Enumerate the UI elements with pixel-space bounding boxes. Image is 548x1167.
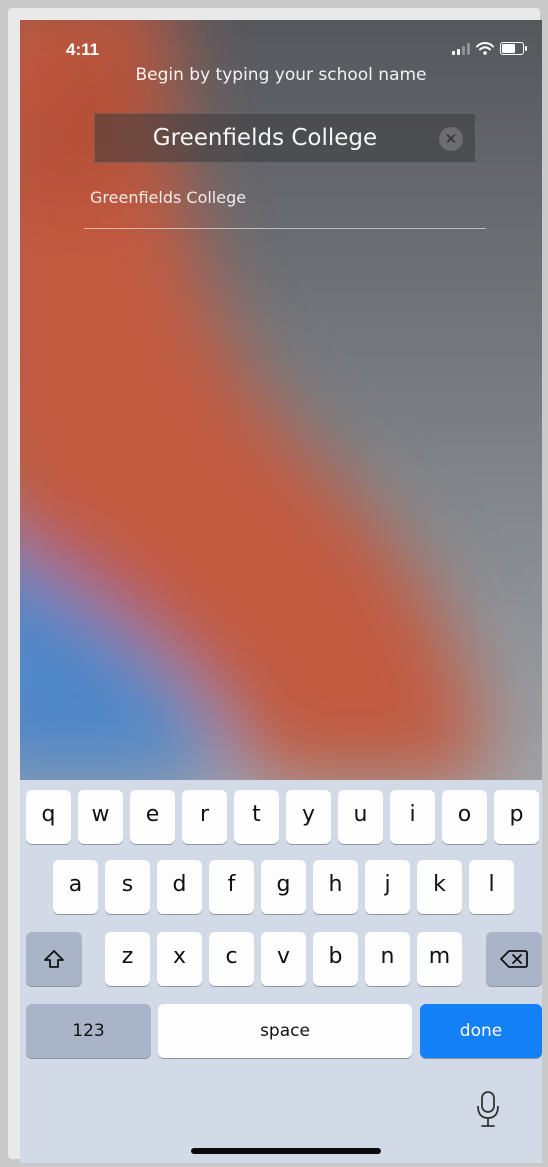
battery-icon <box>500 42 527 55</box>
key-g[interactable]: g <box>261 860 306 914</box>
key-d[interactable]: d <box>157 860 202 914</box>
search-result-label: Greenfields College <box>90 188 247 207</box>
key-w[interactable]: w <box>78 790 123 844</box>
key-e[interactable]: e <box>130 790 175 844</box>
key-x[interactable]: x <box>157 932 202 986</box>
key-v[interactable]: v <box>261 932 306 986</box>
search-prompt: Begin by typing your school name <box>135 65 427 85</box>
key-s[interactable]: s <box>105 860 150 914</box>
key-u[interactable]: u <box>338 790 383 844</box>
key-l[interactable]: l <box>469 860 514 914</box>
shift-arrow-icon <box>44 950 64 968</box>
home-indicator[interactable] <box>191 1148 381 1154</box>
space-key[interactable]: space <box>158 1004 412 1058</box>
key-t[interactable]: t <box>234 790 279 844</box>
cellular-signal-icon <box>452 42 470 55</box>
key-n[interactable]: n <box>365 932 410 986</box>
school-search-input[interactable] <box>95 114 435 162</box>
key-p[interactable]: p <box>494 790 539 844</box>
school-search-box[interactable]: ✕ <box>94 113 476 163</box>
key-a[interactable]: a <box>53 860 98 914</box>
status-time: 4:11 <box>66 40 100 59</box>
key-h[interactable]: h <box>313 860 358 914</box>
search-result-item[interactable]: Greenfields College <box>84 188 486 229</box>
backspace-icon <box>500 950 528 968</box>
clear-search-button[interactable]: ✕ <box>439 127 463 151</box>
shift-key[interactable] <box>26 932 82 986</box>
key-q[interactable]: q <box>26 790 71 844</box>
key-z[interactable]: z <box>105 932 150 986</box>
key-f[interactable]: f <box>209 860 254 914</box>
x-circle-icon: ✕ <box>444 130 458 148</box>
microphone-icon[interactable] <box>476 1090 500 1128</box>
key-b[interactable]: b <box>313 932 358 986</box>
phone-screen: 4:11 Begin by typing your school name ✕ … <box>20 20 542 1163</box>
backspace-key[interactable] <box>486 932 542 986</box>
key-c[interactable]: c <box>209 932 254 986</box>
status-icons <box>452 42 527 55</box>
wifi-icon <box>476 42 494 55</box>
numbers-key[interactable]: 123 <box>26 1004 151 1058</box>
key-i[interactable]: i <box>390 790 435 844</box>
key-y[interactable]: y <box>286 790 331 844</box>
done-key[interactable]: done <box>420 1004 542 1058</box>
key-r[interactable]: r <box>182 790 227 844</box>
key-o[interactable]: o <box>442 790 487 844</box>
key-k[interactable]: k <box>417 860 462 914</box>
key-j[interactable]: j <box>365 860 410 914</box>
key-m[interactable]: m <box>417 932 462 986</box>
